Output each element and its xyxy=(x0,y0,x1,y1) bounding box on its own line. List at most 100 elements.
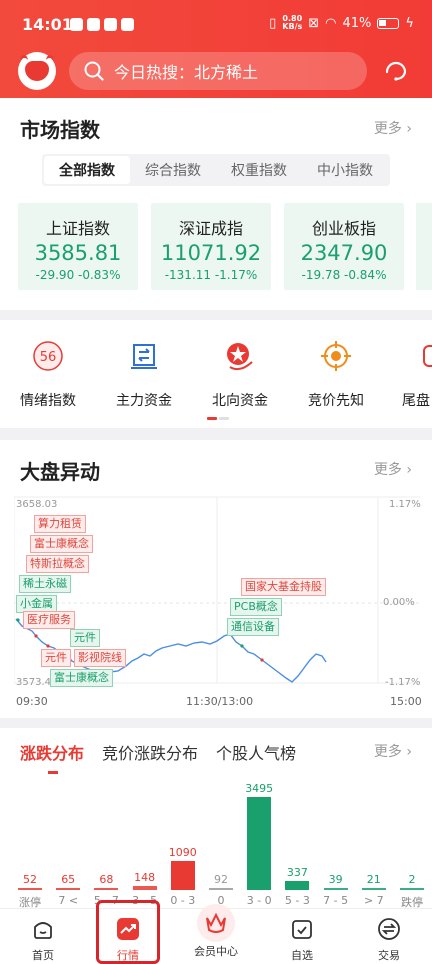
status-bar: 14:01 ▯ 0.80 KB/s ⊠ ◠ 41% ϟ xyxy=(0,0,432,48)
distribution-bar-label: 7 < xyxy=(58,894,79,907)
index-card-peek xyxy=(416,203,432,290)
event-tag[interactable]: 算力租赁 xyxy=(34,515,86,533)
app-notification-icon xyxy=(70,18,83,31)
index-card-shanghai[interactable]: 上证指数 3585.81 -29.90 -0.83% xyxy=(18,203,138,290)
distribution-bar-value: 52 xyxy=(23,873,37,886)
distribution-bar-value: 68 xyxy=(99,873,114,886)
index-change: -29.90 -0.83% xyxy=(35,268,121,282)
event-tag[interactable]: 稀土永磁 xyxy=(19,575,71,593)
event-tag[interactable]: 医疗服务 xyxy=(23,611,75,629)
distribution-bar xyxy=(247,797,272,890)
search-bar[interactable]: 今日热搜：北方稀土 xyxy=(69,52,367,90)
event-tag[interactable]: 元件 xyxy=(41,649,71,667)
tool-main-capital[interactable]: 主力资金 xyxy=(108,340,180,410)
nav-watchlist[interactable]: 自选 xyxy=(272,909,332,963)
vibrate-icon: ▯ xyxy=(269,15,277,31)
abnormal-title: 大盘异动 xyxy=(20,460,100,484)
capital-flow-icon xyxy=(131,344,157,369)
target-icon xyxy=(321,341,351,371)
distribution-tabs: 涨跌分布 竞价涨跌分布 个股人气榜 xyxy=(20,740,296,774)
event-tag[interactable]: 国家大基金持股 xyxy=(241,578,326,596)
nav-trade[interactable]: 交易 xyxy=(359,909,419,963)
distribution-bar-value: 92 xyxy=(214,872,228,886)
index-name: 上证指数 xyxy=(45,219,110,238)
event-tag[interactable]: 元件 xyxy=(70,629,100,647)
gauge-icon: 56 xyxy=(33,341,63,371)
y-axis-right-mid-label: 0.00% xyxy=(383,597,415,608)
index-card-chinext[interactable]: 创业板指 2347.90 -19.78 -0.84% xyxy=(284,203,404,290)
distribution-bar xyxy=(170,860,195,890)
status-time: 14:01 xyxy=(22,15,73,34)
distribution-bar-value: 148 xyxy=(134,871,156,885)
event-tag[interactable]: 影视院线 xyxy=(74,649,126,667)
event-tag[interactable]: 特斯拉概念 xyxy=(26,555,89,573)
distribution-bar-label: 3 - 0 xyxy=(246,894,272,907)
distribution-bar xyxy=(132,886,157,890)
tab-all-index[interactable]: 全部指数 xyxy=(44,156,130,184)
app-notification-icon xyxy=(104,18,117,31)
tab-stock-popularity[interactable]: 个股人气榜 xyxy=(216,740,296,764)
time-mid-label: 11:30/13:00 xyxy=(186,695,254,708)
notification-icons xyxy=(70,18,134,31)
distribution-bar-value: 1090 xyxy=(168,845,197,859)
tool-auction-preview[interactable]: 竞价先知 xyxy=(300,340,372,410)
y-axis-right-bottom-label: -1.17% xyxy=(385,677,421,688)
app-logo-icon[interactable] xyxy=(18,52,56,90)
index-value: 2347.90 xyxy=(300,241,388,265)
market-more-link[interactable]: 更多 › xyxy=(374,118,412,138)
tab-auction-distribution[interactable]: 竞价涨跌分布 xyxy=(102,740,198,764)
tool-label: 竞价先知 xyxy=(308,393,364,409)
watchlist-icon xyxy=(292,920,312,939)
wifi-icon: ◠ xyxy=(325,15,337,31)
svg-text:56: 56 xyxy=(40,350,57,365)
time-start-label: 09:30 xyxy=(16,695,48,708)
abnormal-more-link[interactable]: 更多 › xyxy=(374,459,412,479)
tab-composite-index[interactable]: 综合指数 xyxy=(130,156,216,184)
event-tag[interactable]: 通信设备 xyxy=(227,618,279,636)
event-tag[interactable]: 富士康概念 xyxy=(30,535,93,553)
home-icon xyxy=(34,922,52,939)
tail-icon xyxy=(423,345,432,367)
nav-highlight-box xyxy=(96,900,160,964)
net-speed: 0.80 KB/s xyxy=(282,14,303,31)
battery-icon xyxy=(377,17,400,29)
sim-icon: ⊠ xyxy=(308,15,320,31)
tab-weight-index[interactable]: 权重指数 xyxy=(216,156,302,184)
tool-tail[interactable]: 尾盘 xyxy=(396,340,432,410)
index-card-shenzhen[interactable]: 深证成指 11071.92 -131.11 -1.17% xyxy=(151,203,271,290)
nav-label: 自选 xyxy=(291,949,313,962)
hk-flower-icon xyxy=(227,343,253,371)
index-tabs: 全部指数 综合指数 权重指数 中小指数 xyxy=(42,154,390,186)
distribution-bar-label: > 7 xyxy=(363,894,384,907)
distribution-bar-label: 5 - 3 xyxy=(284,894,310,907)
time-end-label: 15:00 xyxy=(390,695,422,708)
tab-rise-fall-distribution[interactable]: 涨跌分布 xyxy=(20,740,84,774)
tool-label: 情绪指数 xyxy=(20,393,76,409)
event-tag[interactable]: 富士康概念 xyxy=(50,669,113,687)
search-placeholder: 今日热搜：北方稀土 xyxy=(114,63,259,82)
distribution-bar-value: 3495 xyxy=(245,782,274,795)
nav-home[interactable]: 首页 xyxy=(13,909,73,963)
search-icon xyxy=(84,61,104,81)
index-change: -131.11 -1.17% xyxy=(164,268,258,282)
tab-small-mid-index[interactable]: 中小指数 xyxy=(302,156,388,184)
nav-label: 首页 xyxy=(32,949,54,962)
y-axis-right-top-label: 1.17% xyxy=(389,499,421,510)
y-axis-top-label: 3658.03 xyxy=(16,499,58,510)
distribution-bar xyxy=(209,887,233,890)
distribution-bar xyxy=(18,888,42,890)
customer-service-icon[interactable] xyxy=(382,56,410,84)
tool-northbound[interactable]: 北向资金 xyxy=(204,340,276,410)
distribution-more-link[interactable]: 更多 › xyxy=(374,741,412,761)
trade-icon xyxy=(378,918,400,940)
distribution-bar xyxy=(94,888,119,890)
event-tag[interactable]: PCB概念 xyxy=(230,598,282,616)
battery-percent: 41% xyxy=(342,15,372,31)
index-value: 11071.92 xyxy=(160,241,262,265)
nav-member-center[interactable]: 会员中心 xyxy=(186,904,246,959)
bottom-nav: 首页 行情 会员中心 自选 交易 xyxy=(0,904,432,964)
page-indicator xyxy=(207,417,229,420)
page-dot-active xyxy=(207,417,217,420)
distribution-bar-value: 337 xyxy=(286,866,308,880)
tool-sentiment-index[interactable]: 56 情绪指数 xyxy=(12,340,84,410)
